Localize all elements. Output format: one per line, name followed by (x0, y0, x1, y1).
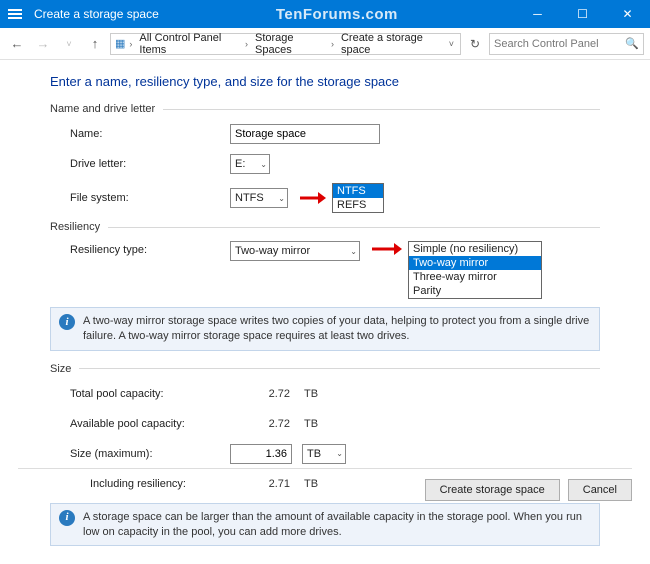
file-system-select[interactable]: NTFS⌄ (230, 188, 288, 208)
back-button[interactable]: ← (6, 33, 28, 55)
titlebar: Create a storage space TenForums.com ─ ☐… (0, 0, 650, 28)
cancel-button[interactable]: Cancel (568, 479, 632, 501)
section-name-drive: Name and drive letter (50, 103, 600, 115)
label-size-max: Size (maximum): (70, 448, 230, 460)
label-drive: Drive letter: (70, 158, 230, 170)
page-headline: Enter a name, resiliency type, and size … (50, 74, 600, 89)
total-pool-value: 2.72 (230, 388, 290, 400)
chevron-icon: › (127, 39, 134, 49)
drive-letter-select[interactable]: E:⌄ (230, 154, 270, 174)
size-unit-select[interactable]: TB⌄ (302, 444, 346, 464)
section-size: Size (50, 363, 600, 375)
refresh-button[interactable]: ↻ (465, 37, 485, 51)
resiliency-type-select[interactable]: Two-way mirror⌄ (230, 241, 360, 261)
label-avail-pool: Available pool capacity: (70, 418, 230, 430)
label-res-type: Resiliency type: (70, 241, 230, 256)
unit-tb: TB (304, 418, 318, 430)
create-storage-space-button[interactable]: Create storage space (425, 479, 560, 501)
section-resiliency: Resiliency (50, 221, 600, 233)
size-max-input[interactable] (230, 444, 292, 464)
info-icon: i (59, 314, 75, 330)
arrow-annotation-icon (298, 190, 326, 206)
close-button[interactable]: ✕ (605, 0, 650, 28)
window-title: Create a storage space (34, 7, 159, 21)
chevron-down-icon[interactable]: ˅ (447, 39, 456, 49)
minimize-button[interactable]: ─ (515, 0, 560, 28)
footer-divider (18, 468, 632, 469)
navbar: ← → ˅ ↑ ▦ › All Control Panel Items › St… (0, 28, 650, 60)
crumb-storage-spaces[interactable]: Storage Spaces (252, 31, 327, 57)
size-info-text: A storage space can be larger than the a… (83, 510, 591, 540)
res-option-three-way[interactable]: Three-way mirror (409, 270, 541, 284)
forward-button[interactable]: → (32, 33, 54, 55)
avail-pool-value: 2.72 (230, 418, 290, 430)
fs-option-ntfs[interactable]: NTFS (333, 184, 383, 198)
size-info-box: i A storage space can be larger than the… (50, 503, 600, 547)
control-panel-icon: ▦ (115, 37, 125, 50)
breadcrumb[interactable]: ▦ › All Control Panel Items › Storage Sp… (110, 33, 461, 55)
up-button[interactable]: ↑ (84, 33, 106, 55)
incl-res-value: 2.71 (230, 478, 290, 490)
arrow-annotation-icon (370, 241, 402, 257)
chevron-icon: › (243, 39, 250, 49)
file-system-dropdown[interactable]: NTFS REFS (332, 183, 384, 213)
res-option-simple[interactable]: Simple (no resiliency) (409, 242, 541, 256)
maximize-button[interactable]: ☐ (560, 0, 605, 28)
resiliency-info-text: A two-way mirror storage space writes tw… (83, 314, 591, 344)
label-total-pool: Total pool capacity: (70, 388, 230, 400)
label-fs: File system: (70, 192, 230, 204)
search-input[interactable]: Search Control Panel 🔍 (489, 33, 644, 55)
menu-icon[interactable] (8, 9, 28, 19)
label-incl-res: Including resiliency: (90, 478, 230, 490)
crumb-all-items[interactable]: All Control Panel Items (136, 31, 241, 57)
unit-tb: TB (304, 388, 318, 400)
resiliency-dropdown[interactable]: Simple (no resiliency) Two-way mirror Th… (408, 241, 542, 299)
label-name: Name: (70, 128, 230, 140)
info-icon: i (59, 510, 75, 526)
unit-tb: TB (304, 478, 318, 490)
res-option-two-way[interactable]: Two-way mirror (409, 256, 541, 270)
window-controls: ─ ☐ ✕ (515, 0, 650, 28)
crumb-create[interactable]: Create a storage space (338, 31, 445, 57)
watermark: TenForums.com (159, 6, 515, 23)
search-icon: 🔍 (625, 37, 639, 50)
res-option-parity[interactable]: Parity (409, 284, 541, 298)
recent-dropdown[interactable]: ˅ (58, 33, 80, 55)
name-input[interactable] (230, 124, 380, 144)
resiliency-info-box: i A two-way mirror storage space writes … (50, 307, 600, 351)
search-placeholder: Search Control Panel (494, 38, 599, 50)
button-row: Create storage space Cancel (425, 471, 632, 501)
chevron-icon: › (329, 39, 336, 49)
fs-option-refs[interactable]: REFS (333, 198, 383, 212)
